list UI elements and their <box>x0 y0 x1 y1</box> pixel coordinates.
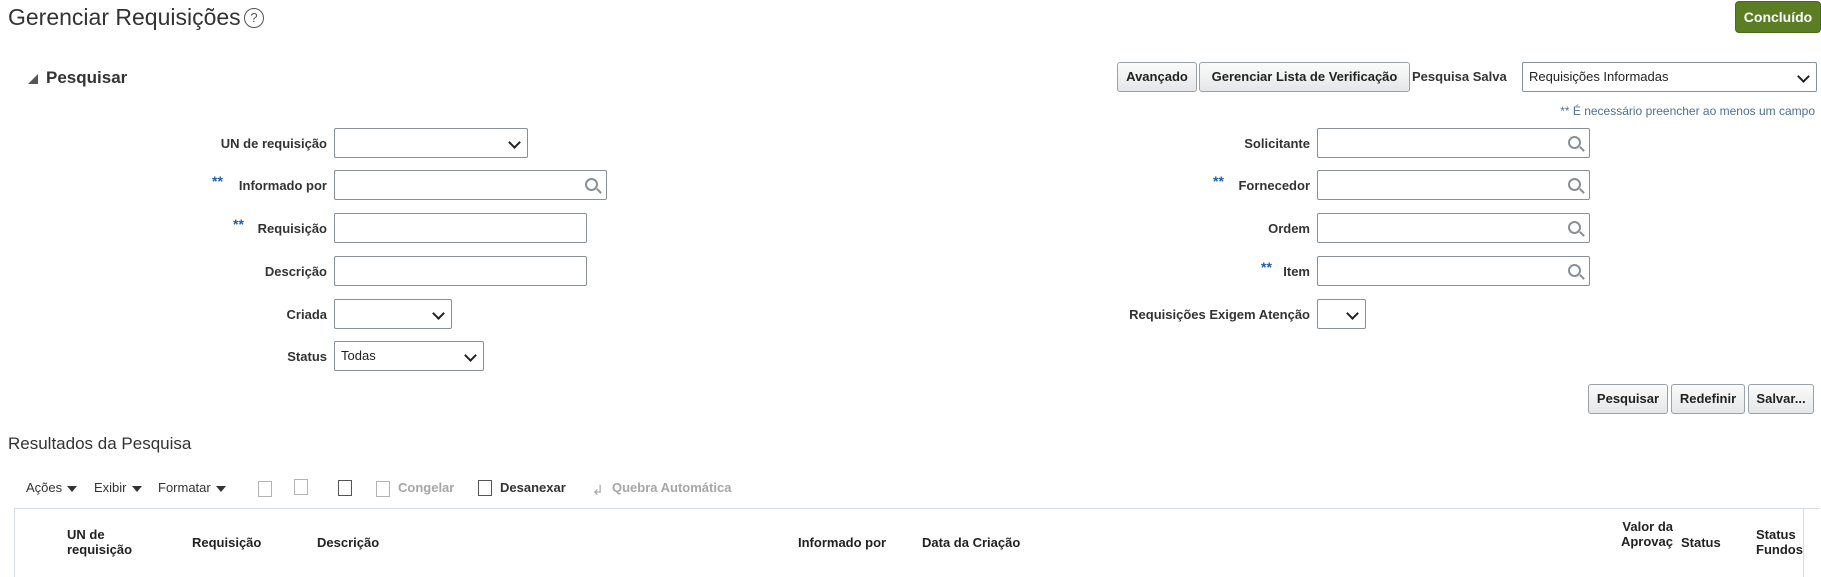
saved-search-select[interactable]: Requisições Informadas <box>1522 62 1817 92</box>
required-marker: ** <box>212 173 223 189</box>
item-label: Item <box>1283 264 1310 279</box>
required-marker: ** <box>233 216 244 232</box>
col-approval-amount[interactable]: Valor da Aprovaç <box>1613 519 1673 549</box>
saved-search-value: Requisições Informadas <box>1529 69 1669 84</box>
entered-by-label: Informado por <box>238 178 327 193</box>
search-icon[interactable] <box>1568 178 1581 191</box>
col-description[interactable]: Descrição <box>317 535 379 550</box>
search-icon[interactable] <box>585 178 598 191</box>
col-business-unit[interactable]: UN de requisição <box>67 527 157 557</box>
columns-icon <box>294 479 308 495</box>
required-note: ** É necessário preencher ao menos um ca… <box>1560 104 1815 118</box>
requester-label: Solicitante <box>1244 136 1310 151</box>
status-value: Todas <box>341 348 376 363</box>
format-menu-label: Formatar <box>158 480 211 495</box>
caret-down-icon <box>215 485 226 492</box>
entered-by-input[interactable] <box>334 170 607 200</box>
wrap-icon: ↲ <box>592 482 604 498</box>
actions-menu-label: Ações <box>26 480 63 495</box>
col-entered-by[interactable]: Informado por <box>798 535 886 550</box>
supplier-input[interactable] <box>1317 170 1590 200</box>
description-label: Descrição <box>264 264 327 279</box>
order-label: Ordem <box>1268 221 1310 236</box>
requester-input[interactable] <box>1317 128 1590 158</box>
caret-down-icon <box>131 485 142 492</box>
created-select[interactable] <box>334 299 452 329</box>
format-menu[interactable]: Formatar <box>158 480 226 495</box>
col-funds-status[interactable]: Status Fundos <box>1756 527 1804 557</box>
filter-icon[interactable] <box>338 480 352 496</box>
description-input[interactable] <box>334 256 587 286</box>
item-input[interactable] <box>1317 256 1590 286</box>
results-table-header: UN de requisição Requisição Descrição In… <box>14 508 1819 577</box>
status-label: Status <box>287 349 327 364</box>
reset-button[interactable]: Redefinir <box>1671 384 1745 414</box>
chevron-down-icon <box>432 307 445 320</box>
results-title: Resultados da Pesquisa <box>8 434 192 453</box>
chevron-down-icon <box>508 136 521 149</box>
order-input[interactable] <box>1317 213 1590 243</box>
requisition-label: Requisição <box>257 221 327 236</box>
page-title: Gerenciar Requisições <box>8 4 241 30</box>
freeze-icon <box>376 481 390 497</box>
requisition-input[interactable] <box>334 213 587 243</box>
required-marker: ** <box>1213 173 1224 189</box>
collapse-triangle-icon[interactable] <box>28 74 38 84</box>
freeze-label: Congelar <box>398 480 455 495</box>
required-marker: ** <box>1261 259 1272 275</box>
attention-label: Requisições Exigem Atenção <box>1129 307 1310 322</box>
search-icon[interactable] <box>1568 221 1581 234</box>
save-search-button[interactable]: Salvar... <box>1748 384 1814 414</box>
search-section-title: Pesquisar <box>46 68 128 87</box>
col-requisition[interactable]: Requisição <box>192 535 261 550</box>
search-icon[interactable] <box>1568 136 1581 149</box>
advanced-button[interactable]: Avançado <box>1117 62 1197 92</box>
chevron-down-icon <box>464 349 477 362</box>
column-divider <box>1803 509 1804 577</box>
attention-select[interactable] <box>1317 299 1366 329</box>
business-unit-label: UN de requisição <box>220 136 327 151</box>
search-icon[interactable] <box>1568 264 1581 277</box>
business-unit-select[interactable] <box>334 128 528 158</box>
col-status[interactable]: Status <box>1681 535 1721 550</box>
export-icon <box>258 481 272 497</box>
help-icon[interactable]: ? <box>244 8 264 28</box>
detach-icon[interactable] <box>478 480 492 496</box>
saved-search-label: Pesquisa Salva <box>1412 69 1507 84</box>
caret-down-icon <box>67 485 78 492</box>
status-select[interactable]: Todas <box>334 341 484 371</box>
created-label: Criada <box>286 307 327 322</box>
chevron-down-icon <box>1797 70 1810 83</box>
done-button[interactable]: Concluído <box>1735 1 1821 33</box>
wrap-label: Quebra Automática <box>612 480 732 495</box>
manage-checklist-button[interactable]: Gerenciar Lista de Verificação <box>1199 62 1410 92</box>
col-creation-date[interactable]: Data da Criação <box>922 535 1020 550</box>
chevron-down-icon <box>1346 307 1359 320</box>
actions-menu[interactable]: Ações <box>26 480 78 495</box>
view-menu[interactable]: Exibir <box>94 480 142 495</box>
detach-label[interactable]: Desanexar <box>500 480 566 495</box>
view-menu-label: Exibir <box>94 480 127 495</box>
search-button[interactable]: Pesquisar <box>1588 384 1668 414</box>
supplier-label: Fornecedor <box>1238 178 1310 193</box>
